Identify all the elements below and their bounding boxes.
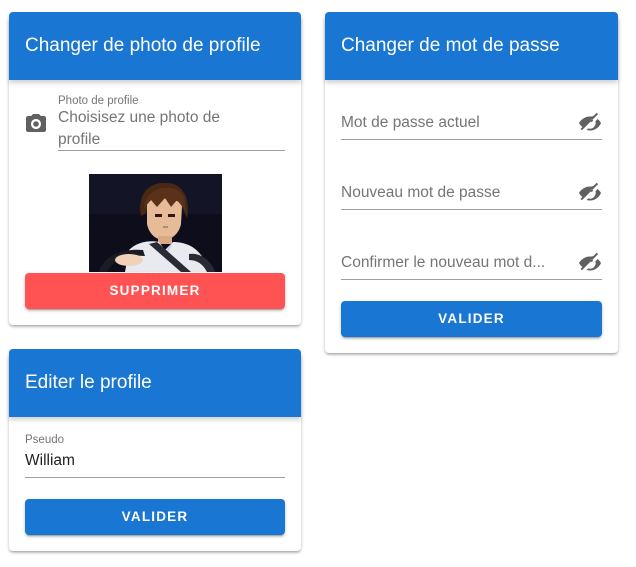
new-password-underline xyxy=(341,209,602,210)
profile-card: Editer le profile Pseudo William VALIDER xyxy=(9,349,301,551)
photo-placeholder-line1: Choisisez une photo de xyxy=(58,109,221,126)
current-password-underline xyxy=(341,139,602,140)
eye-off-icon[interactable] xyxy=(578,251,602,275)
photo-file-input[interactable]: Choisisez une photo de profile xyxy=(58,107,285,152)
profile-card-title: Editer le profile xyxy=(25,372,152,393)
delete-photo-button[interactable]: SUPPRIMER xyxy=(25,273,285,309)
photo-field-underline xyxy=(58,150,285,151)
profile-image xyxy=(89,174,222,272)
password-submit-button[interactable]: VALIDER xyxy=(341,301,602,337)
profile-submit-button[interactable]: VALIDER xyxy=(25,499,285,535)
profile-card-header: Editer le profile xyxy=(9,349,301,417)
confirm-password-underline xyxy=(341,279,602,280)
new-password-input[interactable]: Nouveau mot de passe xyxy=(341,184,561,202)
photo-card: Changer de photo de profile Photo de pro… xyxy=(9,12,301,325)
pseudo-input[interactable]: William xyxy=(25,452,285,470)
photo-card-header: Changer de photo de profile xyxy=(9,12,301,80)
camera-icon[interactable] xyxy=(24,111,48,135)
eye-off-icon[interactable] xyxy=(578,111,602,135)
current-password-input[interactable]: Mot de passe actuel xyxy=(341,114,561,132)
photo-card-title: Changer de photo de profile xyxy=(25,35,261,56)
pseudo-underline xyxy=(25,477,285,478)
pseudo-label: Pseudo xyxy=(25,434,65,446)
password-card-header: Changer de mot de passe xyxy=(325,12,618,80)
password-card-title: Changer de mot de passe xyxy=(341,35,560,56)
photo-placeholder-line2: profile xyxy=(58,131,101,148)
confirm-password-input[interactable]: Confirmer le nouveau mot d... xyxy=(341,254,561,272)
password-card: Changer de mot de passe Mot de passe act… xyxy=(325,12,618,353)
eye-off-icon[interactable] xyxy=(578,181,602,205)
photo-field-label: Photo de profile xyxy=(58,95,139,107)
